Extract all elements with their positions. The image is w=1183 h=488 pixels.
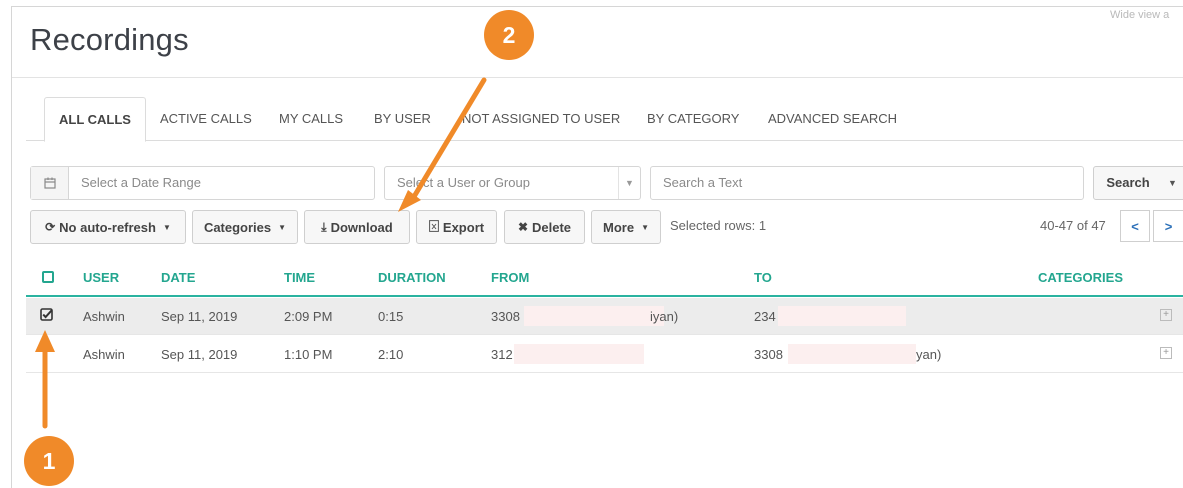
chevron-down-icon: ▼ [641, 222, 649, 232]
column-header-user[interactable]: USER [83, 270, 119, 285]
expand-row-icon[interactable]: + [1160, 347, 1172, 359]
tab-all-calls[interactable]: ALL CALLS [44, 97, 146, 142]
categories-label: Categories [203, 219, 272, 235]
cell-user: Ashwin [83, 309, 125, 324]
search-button[interactable]: Search [1093, 166, 1163, 200]
tab-by-user[interactable]: BY USER [374, 97, 431, 141]
cell-date: Sep 11, 2019 [161, 347, 238, 362]
download-label: Download [330, 219, 393, 235]
delete-button[interactable]: ✖ Delete [504, 210, 585, 244]
tab-not-assigned-to-user[interactable]: NOT ASSIGNED TO USER [462, 97, 620, 141]
chevron-down-icon: ▼ [278, 222, 287, 232]
page-title: Recordings [30, 22, 189, 57]
next-page-button[interactable]: > [1153, 210, 1183, 242]
chevron-left-icon: < [1131, 218, 1139, 234]
delete-label: Delete [532, 219, 572, 235]
search-text-placeholder: Search a Text [663, 175, 743, 190]
redacted-region [524, 306, 664, 326]
chevron-down-icon: ▼ [162, 222, 171, 232]
categories-button[interactable]: Categories ▼ [192, 210, 298, 244]
tab-by-category[interactable]: BY CATEGORY [647, 97, 739, 141]
tab-my-calls[interactable]: MY CALLS [279, 97, 343, 141]
auto-refresh-label: No auto-refresh [59, 219, 156, 235]
refresh-icon: ⟳ [45, 220, 56, 234]
search-text-input[interactable]: Search a Text [650, 166, 1084, 200]
redacted-region [788, 344, 916, 364]
cell-to: 234 [754, 309, 776, 324]
cell-duration: 2:10 [378, 347, 404, 362]
cell-from: 312 [491, 347, 513, 362]
cell-from-suffix: iyan) [650, 309, 679, 324]
column-header-to[interactable]: TO [754, 270, 772, 285]
export-label: Export [442, 219, 485, 235]
column-header-date[interactable]: DATE [161, 270, 195, 285]
app-frame [11, 6, 1183, 488]
title-divider [12, 77, 1183, 78]
table-row[interactable]: Ashwin Sep 11, 2019 2:09 PM 0:15 3308 iy… [26, 298, 1183, 335]
tab-bar: ALL CALLS ACTIVE CALLS MY CALLS BY USER … [26, 97, 1183, 142]
redacted-region [514, 344, 644, 364]
cell-from: 3308 [491, 309, 520, 324]
checked-checkbox-icon[interactable] [40, 308, 53, 324]
tab-advanced-search[interactable]: ADVANCED SEARCH [768, 97, 897, 141]
date-range-placeholder: Select a Date Range [81, 175, 201, 190]
download-button[interactable]: ⤓ Download [304, 210, 410, 244]
download-icon: ⤓ [321, 219, 327, 234]
excel-file-icon [429, 219, 439, 235]
cell-duration: 0:15 [378, 309, 404, 324]
cell-to-suffix: yan) [916, 347, 942, 362]
table-row[interactable]: Ashwin Sep 11, 2019 1:10 PM 2:10 312 330… [26, 336, 1183, 373]
expand-row-icon[interactable]: + [1160, 309, 1172, 321]
chevron-down-icon: ▼ [618, 167, 640, 199]
cell-time: 1:10 PM [284, 347, 333, 362]
pagination-range: 40-47 of 47 [1040, 218, 1106, 233]
column-header-duration[interactable]: DURATION [378, 270, 446, 285]
more-button[interactable]: More ▼ [591, 210, 661, 244]
cell-time: 2:09 PM [284, 309, 333, 324]
user-group-select[interactable]: Select a User or Group ▼ [384, 166, 641, 200]
table-header: USER DATE TIME DURATION FROM TO CATEGORI… [26, 260, 1183, 297]
export-button[interactable]: Export [416, 210, 497, 244]
column-header-time[interactable]: TIME [284, 270, 315, 285]
search-options-caret-icon[interactable]: ▼ [1162, 166, 1183, 200]
user-group-placeholder: Select a User or Group [397, 175, 530, 190]
column-header-categories[interactable]: CATEGORIES [1038, 270, 1123, 285]
step-1-badge: 1 [24, 436, 74, 486]
cell-to: 3308 [754, 347, 783, 362]
more-label: More [603, 219, 635, 235]
auto-refresh-button[interactable]: ⟳ No auto-refresh ▼ [30, 210, 186, 244]
tab-active-calls[interactable]: ACTIVE CALLS [160, 97, 252, 141]
selected-rows-count: Selected rows: 1 [670, 218, 767, 233]
close-icon: ✖ [517, 220, 529, 234]
cell-user: Ashwin [83, 347, 125, 362]
cell-date: Sep 11, 2019 [161, 309, 238, 324]
chevron-right-icon: > [1164, 218, 1173, 234]
previous-page-button[interactable]: < [1120, 210, 1150, 242]
redacted-region [778, 306, 906, 326]
calendar-icon [31, 167, 69, 199]
step-2-badge: 2 [484, 10, 534, 60]
wide-view-link[interactable]: Wide view a [1110, 9, 1169, 21]
column-header-from[interactable]: FROM [491, 270, 529, 285]
select-all-checkbox[interactable] [42, 271, 54, 283]
date-range-input[interactable]: Select a Date Range [30, 166, 375, 200]
